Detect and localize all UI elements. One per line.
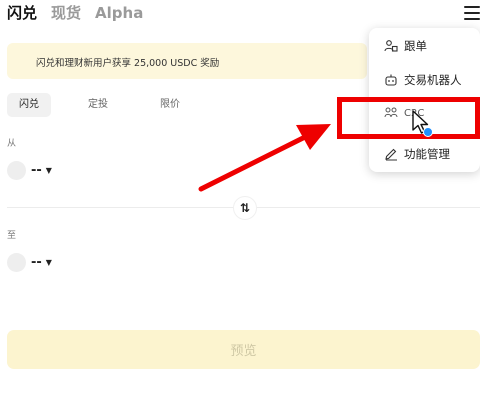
annotation-arrow-icon	[198, 124, 331, 192]
swap-page: 闪兑 现货 Alpha 闪兑和理财新用户获享 25,000 USDC 奖励 闪兑…	[0, 0, 480, 410]
mouse-cursor-icon	[412, 110, 433, 137]
